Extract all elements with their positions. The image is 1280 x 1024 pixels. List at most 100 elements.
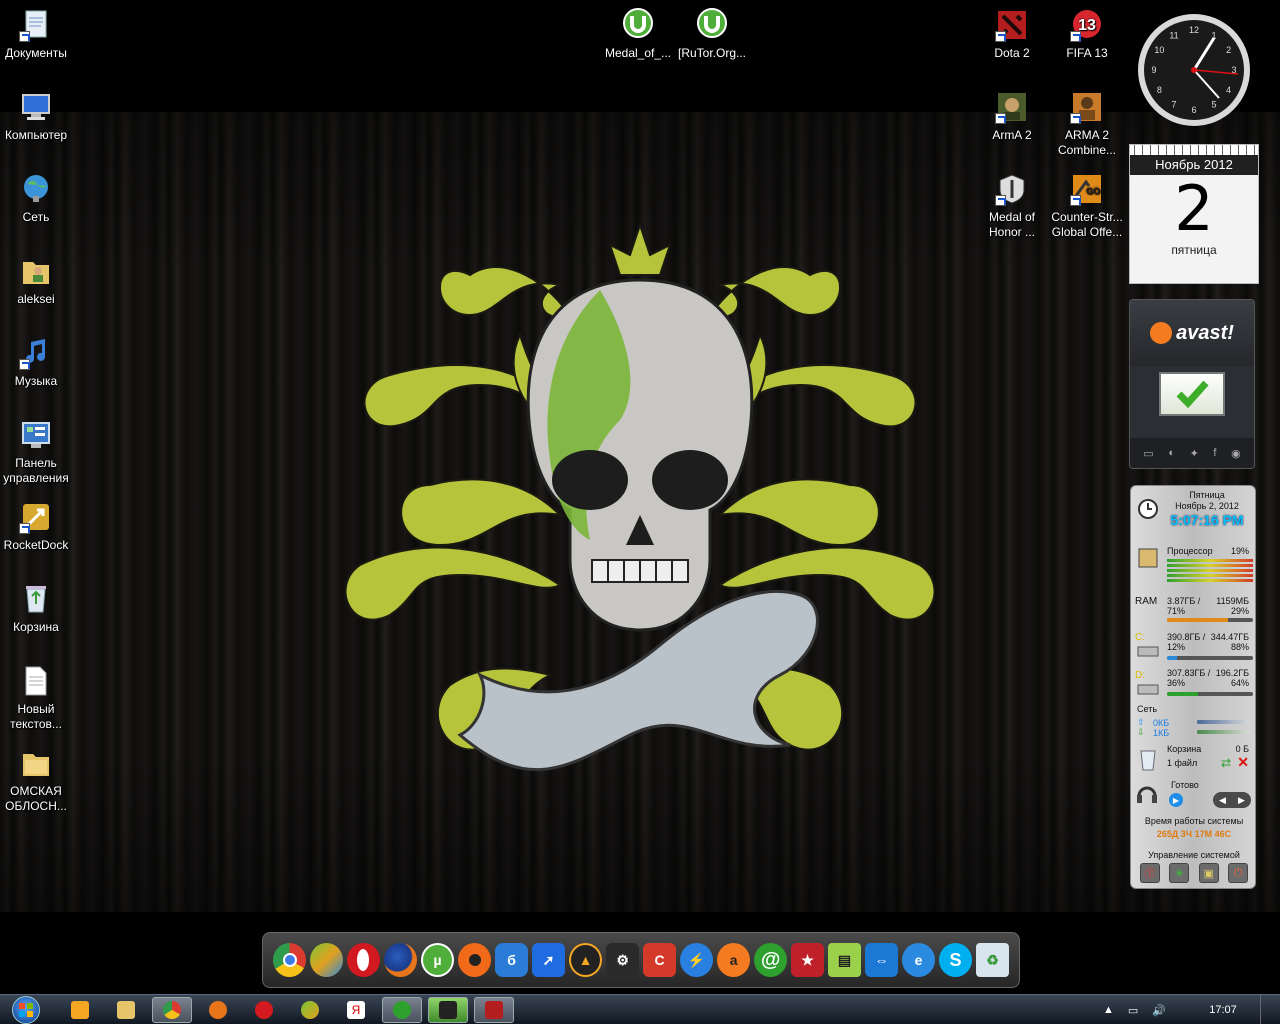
- fifa13-icon: 13: [1070, 8, 1104, 42]
- taskbar-mail-agent[interactable]: [382, 997, 422, 1023]
- downloader-icon[interactable]: ⚡: [680, 943, 714, 977]
- logoff-icon[interactable]: ⓵: [1139, 863, 1160, 883]
- taskbar-firefox[interactable]: [198, 997, 238, 1023]
- music-note-icon: [19, 336, 53, 370]
- clock-icon: [1138, 499, 1158, 519]
- torrent-medal-item[interactable]: Medal_of_...: [600, 8, 676, 61]
- cpu-chip-icon: [1138, 548, 1158, 568]
- control-panel-item[interactable]: Панель управления: [0, 418, 74, 486]
- fifa13-item[interactable]: 13 FIFA 13: [1049, 8, 1125, 61]
- utorrent-icon[interactable]: µ: [420, 943, 455, 977]
- windows-logo-icon: [12, 996, 40, 1024]
- rocketdock-item[interactable]: RocketDock: [0, 500, 74, 553]
- taskbar-media-player[interactable]: [60, 997, 100, 1023]
- steam-icon: [439, 1001, 457, 1019]
- lock-icon[interactable]: ▣: [1198, 863, 1219, 883]
- cpu-label: Процессор: [1167, 546, 1213, 556]
- taskbar-dota2[interactable]: [474, 997, 514, 1023]
- torrent-rutor-item[interactable]: [RuTor.Org...: [674, 8, 750, 61]
- recycle-bin-icon[interactable]: ♻: [975, 943, 1009, 977]
- new-text-file-item[interactable]: Новый текстов...: [0, 664, 74, 732]
- mediaget-icon[interactable]: [310, 943, 343, 977]
- uplay-icon[interactable]: б: [495, 943, 529, 977]
- csgo-item[interactable]: GO Counter-Str... Global Offe...: [1049, 172, 1125, 240]
- network-icon-item[interactable]: Сеть: [0, 172, 74, 225]
- network-tray-icon[interactable]: ▭: [1128, 1004, 1138, 1017]
- taskbar-explorer[interactable]: [106, 997, 146, 1023]
- origin-icon[interactable]: [458, 943, 492, 977]
- empty-bin-close-icon[interactable]: ✕: [1237, 754, 1249, 771]
- mail-ru-agent-icon[interactable]: @: [754, 943, 788, 977]
- taskbar-chrome[interactable]: [152, 997, 192, 1023]
- start-button[interactable]: [6, 995, 46, 1024]
- hard-drive-icon: [1137, 684, 1159, 695]
- chrome-icon[interactable]: [273, 943, 307, 977]
- avast-logo: avast!: [1130, 300, 1254, 366]
- power-icon[interactable]: ⏻: [1228, 863, 1249, 883]
- facebook-icon[interactable]: f: [1213, 447, 1216, 459]
- computer-icon-item[interactable]: Компьютер: [0, 90, 74, 143]
- firefox-icon[interactable]: [383, 943, 417, 977]
- avast-status-monitor-icon[interactable]: [1159, 372, 1225, 416]
- calendar-day: 2: [1174, 172, 1214, 245]
- battery-tool-icon[interactable]: ▤: [828, 943, 862, 977]
- csgo-label: Counter-Str... Global Offe...: [1051, 210, 1123, 239]
- clock-gadget[interactable]: 121234567891011: [1136, 12, 1252, 128]
- dota2-item[interactable]: Dota 2: [974, 8, 1050, 61]
- avast-icon[interactable]: a: [717, 943, 751, 977]
- recycle-bin-item[interactable]: Корзина: [0, 582, 74, 635]
- utorrent-icon: [621, 8, 655, 42]
- sleep-icon[interactable]: ✳: [1169, 863, 1190, 883]
- avast-logo-text: avast!: [1176, 321, 1234, 344]
- omsk-folder-item[interactable]: ОМСКАЯ ОБЛОСН...: [0, 746, 74, 814]
- omsk-folder-label: ОМСКАЯ ОБЛОСН...: [5, 784, 67, 813]
- volume-control[interactable]: ◀ ▶: [1213, 792, 1251, 808]
- documents-icon-item[interactable]: Документы: [0, 8, 74, 61]
- user-folder-item[interactable]: aleksei: [0, 254, 74, 307]
- skype-icon[interactable]: S: [939, 943, 972, 977]
- drive-d-bar: [1167, 692, 1253, 696]
- taskbar-opera[interactable]: [244, 997, 284, 1023]
- calendar-gadget[interactable]: Ноябрь 2012 2 пятница: [1129, 144, 1259, 284]
- clock-number: 9: [1151, 65, 1156, 75]
- yandex-tool-icon[interactable]: ★: [791, 943, 825, 977]
- teamviewer-icon[interactable]: ⇔: [865, 943, 899, 977]
- ccleaner-icon[interactable]: C: [643, 943, 677, 977]
- tray-expand-icon[interactable]: ▲: [1103, 1004, 1114, 1016]
- taskbar-clock[interactable]: 17:07: [1200, 1004, 1246, 1016]
- play-icon[interactable]: ▶: [1169, 793, 1183, 807]
- arma2-item[interactable]: ArmA 2: [974, 90, 1050, 143]
- network-up: 0КБ: [1153, 718, 1170, 728]
- volume-down-icon[interactable]: ◀: [1219, 795, 1226, 806]
- opera-icon[interactable]: [347, 943, 380, 977]
- download-arrow-icon: ⇩: [1137, 727, 1145, 737]
- firefox-icon: [209, 1001, 227, 1019]
- skull-wallpaper-art: [344, 221, 936, 772]
- volume-up-icon[interactable]: ▶: [1238, 795, 1245, 806]
- calendar-rings: [1130, 145, 1258, 155]
- rocketdock-icon: [19, 500, 53, 534]
- music-icon-item[interactable]: Музыка: [0, 336, 74, 389]
- window-icon[interactable]: ▭: [1143, 447, 1153, 460]
- medal-of-honor-item[interactable]: Medal of Honor ...: [974, 172, 1050, 240]
- empty-bin-refresh-icon[interactable]: ⇄: [1221, 756, 1231, 770]
- show-desktop-button[interactable]: [1260, 995, 1272, 1024]
- music-label: Музыка: [14, 374, 58, 388]
- rss-icon[interactable]: ◉: [1231, 447, 1241, 460]
- rocketdock-bar: µ б ➚ ▲ ⚙ C ⚡ a @ ★ ▤ ⇔ e S ♻: [262, 932, 1020, 988]
- arma2-co-item[interactable]: ARMA 2 Combine...: [1049, 90, 1125, 158]
- ie-icon[interactable]: e: [902, 943, 935, 977]
- arma2-co-icon: [1070, 90, 1104, 124]
- system-monitor-gadget[interactable]: Пятница Ноябрь 2, 2012 5:07:16 PM Процес…: [1130, 485, 1256, 889]
- taskbar-mediaget[interactable]: [290, 997, 330, 1023]
- avast-gadget[interactable]: avast! ▭ ◐ ✦ f ◉: [1129, 299, 1255, 469]
- taskbar-steam[interactable]: [428, 997, 468, 1023]
- taskbar-yandex[interactable]: Я: [336, 997, 376, 1023]
- aimp-icon[interactable]: ▲: [569, 943, 603, 977]
- twitter-icon[interactable]: ✦: [1190, 447, 1199, 460]
- volume-tray-icon[interactable]: 🔊: [1152, 1004, 1166, 1017]
- clock-number: 4: [1226, 85, 1231, 95]
- refresh-icon[interactable]: ◐: [1168, 447, 1175, 459]
- steam-icon[interactable]: ⚙: [606, 943, 640, 977]
- rocket-icon[interactable]: ➚: [532, 943, 566, 977]
